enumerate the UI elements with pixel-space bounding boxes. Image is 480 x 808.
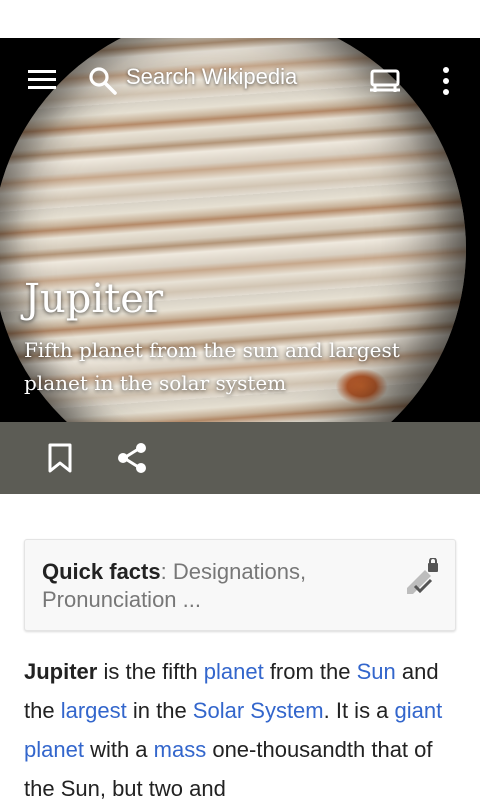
article-text: from the <box>263 659 357 684</box>
quick-facts-separator: : <box>160 559 173 584</box>
search-input[interactable]: Search Wikipedia <box>126 64 297 90</box>
page-title: Jupiter <box>24 276 164 322</box>
article-text: is the fifth <box>97 659 204 684</box>
article-text: with a <box>83 737 154 762</box>
reading-list-icon[interactable] <box>368 66 402 96</box>
menu-icon[interactable] <box>28 70 56 90</box>
article-link[interactable]: largest <box>61 698 127 723</box>
article-body: Jupiter is the fifth planet from the Sun… <box>24 652 460 808</box>
edit-lock-icon[interactable] <box>401 558 441 598</box>
quick-facts-box[interactable]: Quick facts: Designations, Pronunciation… <box>24 539 456 631</box>
article-link[interactable]: Solar System <box>193 698 324 723</box>
page-description: Fifth planet from the sun and largest pl… <box>24 338 400 395</box>
quick-facts-text: Quick facts: Designations, Pronunciation… <box>42 558 362 614</box>
quick-facts-label: Quick facts <box>42 559 161 584</box>
bookmark-icon[interactable] <box>46 442 74 474</box>
search-icon[interactable] <box>88 66 118 96</box>
article-bold-text: Jupiter <box>24 659 98 684</box>
share-icon[interactable] <box>116 442 148 474</box>
article-text: in the <box>126 698 193 723</box>
overflow-menu-icon[interactable] <box>438 66 454 96</box>
article-link[interactable]: mass <box>154 737 207 762</box>
article-text: . It is a <box>323 698 395 723</box>
article-link[interactable]: Sun <box>357 659 396 684</box>
status-bar <box>0 0 480 41</box>
article-link[interactable]: planet <box>204 659 264 684</box>
